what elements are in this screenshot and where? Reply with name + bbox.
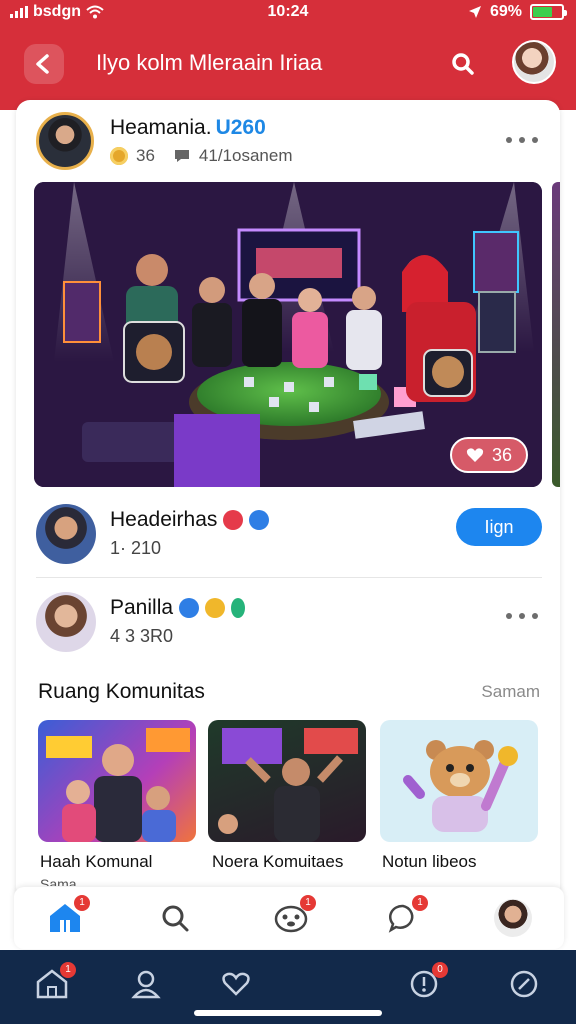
heart-icon — [222, 972, 250, 996]
member-name: Headeirhas — [110, 508, 270, 532]
community-label[interactable]: Haah Komunal — [40, 852, 152, 872]
verified-icon — [249, 510, 270, 530]
search-button[interactable] — [445, 46, 481, 82]
tab-profile[interactable] — [494, 899, 532, 937]
tile-3-illustration — [403, 740, 518, 832]
nav-explore[interactable] — [506, 966, 542, 1002]
see-all-link[interactable]: Samam — [481, 682, 540, 702]
author-avatar[interactable] — [36, 112, 94, 170]
member-name-label: Panilla — [110, 596, 174, 619]
divider — [36, 577, 542, 578]
reaction-button[interactable]: 36 — [449, 437, 528, 473]
author-label: Heamania. — [110, 116, 212, 139]
back-icon — [36, 54, 49, 74]
next-post-peek[interactable] — [552, 182, 560, 487]
tab-search[interactable] — [156, 899, 194, 937]
member-avatar[interactable] — [36, 592, 96, 652]
back-button[interactable] — [24, 44, 64, 84]
post-stats: 41/1osanem — [198, 146, 293, 165]
community-tile[interactable] — [208, 720, 366, 842]
status-bar: bsdgn 10:24 69% — [0, 0, 576, 26]
nav-home-badge: 1 — [60, 962, 76, 978]
tab-chat[interactable]: 1 — [384, 895, 428, 937]
page-title: Ilyo kolm Mleraain Iriaa — [96, 50, 323, 75]
search-icon — [452, 53, 474, 75]
nav-home[interactable]: 1 — [34, 962, 76, 1002]
coin-count: 36 — [136, 146, 155, 165]
tile-1-illustration — [46, 728, 190, 842]
nav-alert-badge: 0 — [432, 962, 448, 978]
tab-game[interactable]: 1 — [272, 895, 316, 937]
battery-percent: 69% — [489, 3, 522, 20]
home-indicator[interactable] — [194, 1010, 382, 1016]
nav-alerts[interactable]: 0 — [406, 962, 448, 1002]
location-icon — [468, 6, 481, 18]
bottom-tab-bar: 1 1 1 — [14, 887, 564, 949]
reaction-count: 36 — [491, 444, 512, 465]
member-name-label: Headeirhas — [110, 508, 218, 531]
member-more-button[interactable] — [506, 606, 538, 626]
sun-icon — [205, 598, 226, 618]
verified-icon — [179, 598, 200, 618]
battery-icon — [530, 4, 567, 20]
compass-icon — [510, 970, 538, 998]
comment-icon — [174, 150, 189, 162]
app-bar: Ilyo kolm Mleraain Iriaa — [0, 36, 576, 92]
post-image[interactable]: 36 — [34, 182, 542, 487]
nav-profile[interactable] — [128, 966, 164, 1002]
author-name[interactable]: Heamania. U260 — [110, 116, 266, 140]
feed-card: Heamania. U260 36 41/1osanem 36 Headeirh… — [16, 100, 560, 900]
post-meta: 36 41/1osanem — [110, 146, 293, 166]
home-badge: 1 — [74, 895, 90, 911]
game-badge: 1 — [300, 895, 316, 911]
search-icon — [162, 905, 189, 932]
community-tile[interactable] — [380, 720, 538, 842]
chat-badge: 1 — [412, 895, 428, 911]
member-avatar[interactable] — [36, 504, 96, 564]
coin-icon — [110, 147, 128, 165]
profile-icon — [131, 970, 161, 999]
community-sub: Sama — [40, 876, 77, 886]
member-name: Panilla — [110, 596, 246, 620]
leaf-icon — [231, 598, 246, 618]
member-stats: 1· 210 — [110, 538, 162, 558]
tile-2-illustration — [218, 728, 358, 842]
join-button[interactable]: Iign — [456, 508, 542, 546]
community-label[interactable]: Notun libeos — [382, 852, 477, 872]
nav-favorites[interactable] — [218, 966, 254, 1002]
author-badge: U260 — [215, 116, 266, 139]
profile-avatar[interactable] — [512, 40, 556, 84]
tab-home[interactable]: 1 — [46, 895, 90, 937]
fire-icon — [223, 510, 244, 530]
heart-icon — [466, 448, 484, 462]
section-title: Ruang Komunitas — [38, 680, 205, 703]
post-more-button[interactable] — [506, 130, 538, 150]
community-tile[interactable] — [38, 720, 196, 842]
community-label[interactable]: Noera Komuitaes — [212, 852, 343, 872]
system-nav-bar: 1 0 — [0, 950, 576, 1024]
top-bar: bsdgn 10:24 69% Ilyo kolm Mleraain Iriaa — [0, 0, 576, 110]
member-stats: 4 3 3R0 — [110, 626, 174, 646]
